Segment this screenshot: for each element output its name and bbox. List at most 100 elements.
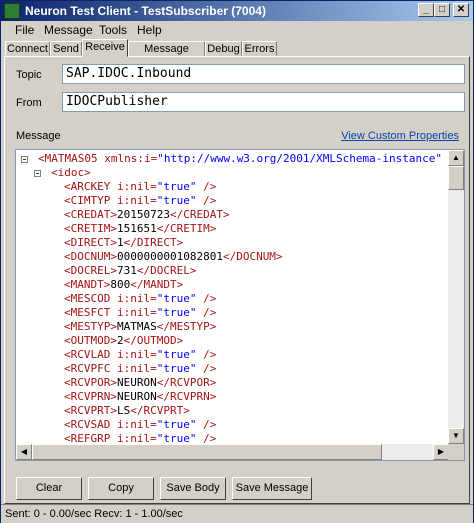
code-line: <RCVPFC i:nil="true" />	[64, 362, 216, 376]
xml-text: 20150723	[116, 208, 170, 221]
fold-toggle-icon[interactable]	[21, 156, 28, 163]
menu-tools[interactable]: Tools	[99, 23, 127, 37]
scroll-left-icon[interactable]: ◀	[16, 444, 32, 460]
code-line: <DOCREL>731</DOCREL>	[64, 264, 196, 278]
vertical-scrollbar[interactable]: ▲ ▼	[448, 150, 464, 444]
xml-attribute: i:nil=	[110, 180, 157, 193]
view-custom-properties-link[interactable]: View Custom Properties	[341, 130, 459, 142]
save-message-button[interactable]: Save Message	[232, 477, 312, 500]
tab-errors[interactable]: Errors	[242, 41, 277, 56]
xml-text: LS	[116, 404, 131, 417]
horizontal-scrollbar[interactable]: ◀ ▶	[16, 444, 449, 460]
vertical-scroll-thumb[interactable]	[448, 166, 464, 190]
code-line: <RCVPRT>LS</RCVPRT>	[64, 404, 190, 418]
topic-field[interactable]: SAP.IDOC.Inbound	[62, 64, 465, 84]
xml-text: NEURON	[116, 376, 157, 389]
tab-strip: Connect Send Receive Message History Deb…	[5, 39, 471, 69]
xml-close-tag: />	[196, 292, 217, 305]
fold-toggle-icon[interactable]	[34, 170, 41, 177]
scroll-up-icon[interactable]: ▲	[448, 150, 464, 166]
xml-close-tag: />	[196, 194, 217, 207]
xml-close-tag: />	[196, 306, 217, 319]
code-line: <RCVSAD i:nil="true" />	[64, 418, 216, 432]
topic-label: Topic	[16, 69, 42, 81]
xml-close-tag: />	[196, 348, 217, 361]
xml-tag: <ARCKEY	[64, 180, 111, 193]
xml-attribute: i:nil=	[110, 306, 157, 319]
tab-debug[interactable]: Debug	[205, 41, 242, 56]
menu-file[interactable]: File	[15, 23, 34, 37]
xml-attribute-value: "true"	[156, 362, 197, 375]
scroll-right-icon[interactable]: ▶	[433, 444, 449, 460]
xml-close-tag: />	[196, 418, 217, 431]
tab-message-history[interactable]: Message History	[128, 41, 205, 69]
xml-close-tag: />	[196, 180, 217, 193]
xml-close-tag: </RCVPRT>	[130, 404, 190, 417]
code-line: <OUTMOD>2</OUTMOD>	[64, 334, 183, 348]
xml-text: NEURON	[116, 390, 157, 403]
horizontal-scroll-thumb[interactable]	[32, 444, 382, 460]
xml-close-tag: </DOCREL>	[136, 264, 197, 277]
xml-tag: <RCVPFC	[64, 362, 111, 375]
copy-button[interactable]: Copy	[88, 477, 154, 500]
xml-attribute: xmlns:i=	[97, 152, 158, 165]
message-label: Message	[16, 130, 61, 142]
xml-close-tag: </MESTYP>	[156, 320, 217, 333]
scroll-down-icon[interactable]: ▼	[448, 428, 464, 444]
xml-attribute-value: "true"	[156, 348, 197, 361]
receive-panel: Topic SAP.IDOC.Inbound From IDOCPublishe…	[4, 56, 470, 504]
xml-code[interactable]: <MATMAS05 xmlns:i="http://www.w3.org/200…	[16, 151, 449, 449]
code-line: <RCVPOR>NEURON</RCVPOR>	[64, 376, 216, 390]
xml-tag: <RCVSAD	[64, 418, 111, 431]
xml-attribute-value: "http://www.w3.org/2001/XMLSchema-instan…	[157, 152, 442, 165]
xml-tag: <DOCREL>	[64, 264, 117, 277]
xml-attribute-value: "true"	[156, 306, 197, 319]
xml-attribute: i:nil=	[110, 292, 157, 305]
xml-tag: <MESFCT	[64, 306, 111, 319]
xml-text: 800	[110, 278, 131, 291]
xml-close-tag: />	[196, 362, 217, 375]
code-line: <MESFCT i:nil="true" />	[64, 306, 216, 320]
xml-tag: <RCVPRT>	[64, 404, 117, 417]
code-line: <ARCKEY i:nil="true" />	[64, 180, 216, 194]
close-button[interactable]: ✕	[453, 3, 469, 17]
xml-tag: <CRETIM>	[64, 222, 117, 235]
from-field[interactable]: IDOCPublisher	[62, 92, 465, 112]
xml-text: 151651	[116, 222, 157, 235]
xml-close-tag: </RCVPRN>	[156, 390, 217, 403]
maximize-button[interactable]: □	[434, 3, 450, 17]
xml-text: 1	[116, 236, 124, 249]
xml-attribute-value: "true"	[156, 180, 197, 193]
tab-connect[interactable]: Connect	[5, 41, 50, 56]
xml-close-tag: </CRETIM>	[156, 222, 217, 235]
xml-tag: <RCVLAD	[64, 348, 111, 361]
clear-button[interactable]: Clear	[16, 477, 82, 500]
code-line: <RCVLAD i:nil="true" />	[64, 348, 216, 362]
message-editor[interactable]: <MATMAS05 xmlns:i="http://www.w3.org/200…	[15, 149, 465, 461]
xml-tag: <MESCOD	[64, 292, 111, 305]
xml-text: 0000000001082801	[116, 250, 223, 263]
title-bar[interactable]: Neuron Test Client - TestSubscriber (700…	[1, 1, 473, 21]
tab-receive[interactable]: Receive	[82, 39, 128, 57]
status-text: Sent: 0 - 0.00/sec Recv: 1 - 1.00/sec	[5, 508, 183, 520]
xml-tag: <MANDT>	[64, 278, 111, 291]
menu-message[interactable]: Message	[44, 23, 93, 37]
menu-help[interactable]: Help	[137, 23, 162, 37]
xml-tag: <OUTMOD>	[64, 334, 117, 347]
xml-attribute: i:nil=	[110, 418, 157, 431]
code-line: <DOCNUM>0000000001082801</DOCNUM>	[64, 250, 283, 264]
code-line: <idoc>	[51, 166, 91, 180]
xml-tag: <MESTYP>	[64, 320, 117, 333]
xml-close-tag: </DOCNUM>	[222, 250, 283, 263]
xml-tag: <RCVPOR>	[64, 376, 117, 389]
xml-attribute: i:nil=	[110, 194, 157, 207]
tab-send[interactable]: Send	[50, 41, 82, 56]
minimize-button[interactable]: _	[418, 3, 434, 17]
from-label: From	[16, 97, 42, 109]
save-body-button[interactable]: Save Body	[160, 477, 226, 500]
xml-text: 731	[116, 264, 137, 277]
xml-close-tag: </OUTMOD>	[123, 334, 184, 347]
xml-attribute: i:nil=	[110, 362, 157, 375]
code-line: <MESCOD i:nil="true" />	[64, 292, 216, 306]
xml-tag: <idoc>	[51, 166, 91, 179]
